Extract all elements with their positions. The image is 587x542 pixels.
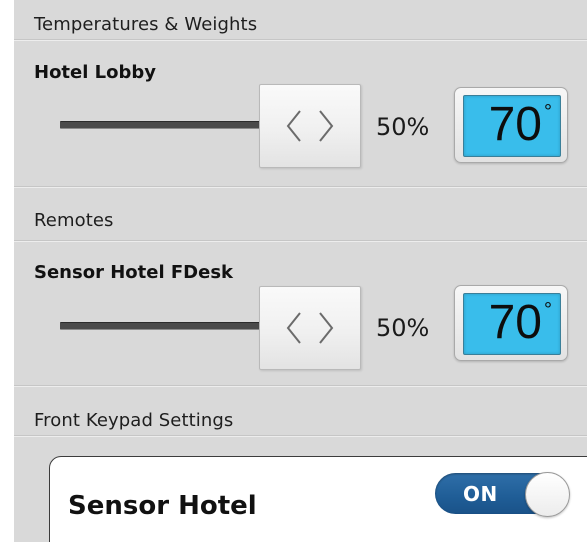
section-divider — [14, 39, 587, 41]
chevron-left-right-icon — [286, 110, 334, 142]
zone-level-percent-sensor-hotel-fdesk: 50% — [376, 314, 430, 342]
section-header-temperatures-weights: Temperatures & Weights — [34, 14, 258, 35]
panel-left-edge — [0, 0, 14, 542]
temperature-display-screen: 70 ° — [463, 293, 561, 355]
zone-slider-thumb-hotel-lobby[interactable] — [259, 84, 361, 168]
zone-slider-track-sensor-hotel-fdesk[interactable] — [60, 322, 260, 330]
temperature-value: 70 — [488, 296, 542, 349]
zone-slider-track-hotel-lobby[interactable] — [60, 121, 260, 129]
section-header-front-keypad-settings: Front Keypad Settings — [34, 410, 234, 431]
settings-panel: Temperatures & Weights Hotel Lobby 50% 7… — [0, 0, 587, 542]
keypad-setting-label: Sensor Hotel — [68, 491, 257, 521]
temperature-display-hotel-lobby[interactable]: 70 ° — [454, 87, 568, 163]
section-divider — [14, 435, 587, 437]
section-divider — [14, 385, 587, 387]
degree-symbol: ° — [544, 299, 552, 321]
degree-symbol: ° — [544, 101, 552, 123]
keypad-setting-card: Sensor Hotel ON — [49, 456, 587, 542]
zone-title-hotel-lobby: Hotel Lobby — [34, 62, 157, 83]
temperature-display-sensor-hotel-fdesk[interactable]: 70 ° — [454, 285, 568, 361]
zone-slider-thumb-sensor-hotel-fdesk[interactable] — [259, 286, 361, 370]
keypad-toggle-switch[interactable]: ON — [435, 472, 570, 517]
zone-title-sensor-hotel-fdesk: Sensor Hotel FDesk — [34, 262, 234, 283]
section-divider — [14, 240, 587, 242]
toggle-knob[interactable] — [525, 472, 570, 517]
temperature-value: 70 — [488, 98, 542, 151]
toggle-state-label: ON — [463, 482, 498, 506]
temperature-display-screen: 70 ° — [463, 95, 561, 157]
section-header-remotes: Remotes — [34, 210, 114, 231]
section-divider — [14, 186, 587, 188]
chevron-left-right-icon — [286, 312, 334, 344]
zone-level-percent-hotel-lobby: 50% — [376, 113, 430, 141]
